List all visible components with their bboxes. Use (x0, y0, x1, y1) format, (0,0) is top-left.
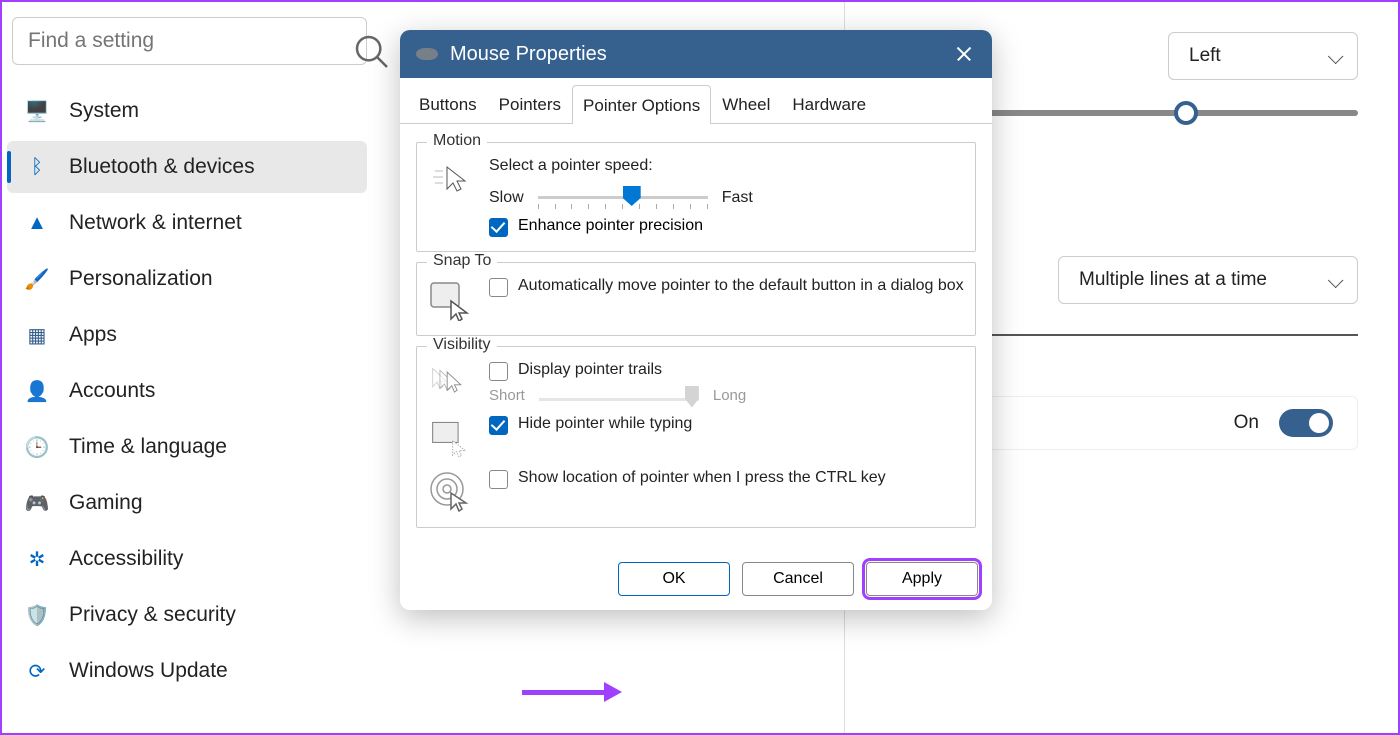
sidebar-item-label: Personalization (69, 267, 213, 291)
paintbrush-icon: 🖌️ (25, 267, 49, 291)
ctrl-locate-icon (427, 469, 471, 513)
close-icon[interactable] (952, 42, 976, 66)
show-location-ctrl-checkbox[interactable] (489, 470, 508, 489)
tab-pointers[interactable]: Pointers (488, 84, 572, 123)
search-input[interactable] (12, 17, 367, 65)
dialog-title: Mouse Properties (450, 43, 952, 66)
slow-label: Slow (489, 189, 524, 207)
scroll-inactive-toggle[interactable] (1279, 409, 1333, 437)
sidebar-item-accessibility[interactable]: ✲ Accessibility (7, 533, 367, 585)
sidebar-item-label: Time & language (69, 435, 227, 459)
sidebar-item-privacy-security[interactable]: 🛡️ Privacy & security (7, 589, 367, 641)
sidebar-item-system[interactable]: 🖥️ System (7, 85, 367, 137)
scroll-mode-dropdown[interactable]: Multiple lines at a time (1058, 256, 1358, 304)
cursor-motion-icon (427, 157, 471, 201)
pointer-trails-checkbox[interactable] (489, 362, 508, 381)
clock-icon: 🕒 (25, 435, 49, 459)
enhance-precision-checkbox[interactable] (489, 218, 508, 237)
trails-short-label: Short (489, 387, 525, 404)
mouse-icon (416, 48, 438, 60)
group-legend: Snap To (427, 252, 497, 270)
tab-hardware[interactable]: Hardware (781, 84, 877, 123)
group-legend: Motion (427, 132, 487, 150)
sidebar-item-network-internet[interactable]: ▲ Network & internet (7, 197, 367, 249)
trails-length-slider (539, 396, 699, 404)
mouse-properties-dialog: Mouse Properties ButtonsPointersPointer … (400, 30, 992, 610)
gamepad-icon: 🎮 (25, 491, 49, 515)
wifi-icon: ▲ (25, 211, 49, 235)
sidebar-item-label: Bluetooth & devices (69, 155, 255, 179)
hide-while-typing-label: Hide pointer while typing (518, 415, 692, 433)
hide-while-typing-checkbox[interactable] (489, 416, 508, 435)
sidebar-item-label: Accounts (69, 379, 155, 403)
sidebar-item-time-language[interactable]: 🕒 Time & language (7, 421, 367, 473)
hide-typing-icon (427, 415, 471, 459)
sidebar-item-accounts[interactable]: 👤 Accounts (7, 365, 367, 417)
sidebar-item-label: Gaming (69, 491, 143, 515)
ok-button[interactable]: OK (618, 562, 730, 596)
search-icon (352, 32, 392, 72)
tab-buttons[interactable]: Buttons (408, 84, 488, 123)
sidebar-item-label: Apps (69, 323, 117, 347)
sidebar-item-label: Windows Update (69, 659, 228, 683)
bluetooth-icon: ᛒ (25, 155, 49, 179)
snap-to-group: Snap To Automatically move pointer to th… (416, 262, 976, 336)
update-icon: ⟳ (25, 659, 49, 683)
sidebar-item-label: Privacy & security (69, 603, 236, 627)
sidebar-item-bluetooth-devices[interactable]: ᛒ Bluetooth & devices (7, 141, 367, 193)
sidebar-item-label: Accessibility (69, 547, 183, 571)
sidebar-item-personalization[interactable]: 🖌️ Personalization (7, 253, 367, 305)
primary-button-dropdown[interactable]: Left (1168, 32, 1358, 80)
sidebar-item-label: Network & internet (69, 211, 242, 235)
settings-sidebar: 🖥️ System ᛒ Bluetooth & devices ▲ Network & i… (2, 2, 372, 733)
tab-pointer-options[interactable]: Pointer Options (572, 85, 711, 124)
snap-to-checkbox[interactable] (489, 278, 508, 297)
show-location-ctrl-label: Show location of pointer when I press th… (518, 469, 886, 487)
fast-label: Fast (722, 189, 753, 207)
sidebar-item-apps[interactable]: ▦ Apps (7, 309, 367, 361)
group-legend: Visibility (427, 336, 497, 354)
motion-group: Motion Select a pointer speed: Slow (416, 142, 976, 252)
snap-to-label: Automatically move pointer to the defaul… (518, 277, 964, 295)
shield-icon: 🛡️ (25, 603, 49, 627)
pointer-trails-icon (427, 361, 471, 405)
person-icon: 👤 (25, 379, 49, 403)
tab-wheel[interactable]: Wheel (711, 84, 781, 123)
pointer-speed-slider[interactable] (538, 194, 708, 202)
accessibility-icon: ✲ (25, 547, 49, 571)
sidebar-item-windows-update[interactable]: ⟳ Windows Update (7, 645, 367, 697)
cancel-button[interactable]: Cancel (742, 562, 854, 596)
trails-long-label: Long (713, 387, 746, 404)
sidebar-item-gaming[interactable]: 🎮 Gaming (7, 477, 367, 529)
toggle-state-label: On (1234, 412, 1259, 434)
dialog-tabs: ButtonsPointersPointer OptionsWheelHardw… (400, 78, 992, 124)
enhance-precision-label: Enhance pointer precision (518, 217, 703, 235)
pointer-trails-label: Display pointer trails (518, 361, 662, 379)
apps-icon: ▦ (25, 323, 49, 347)
visibility-group: Visibility Display pointer trails (416, 346, 976, 528)
snap-to-icon (427, 277, 471, 321)
apply-button[interactable]: Apply (866, 562, 978, 596)
dialog-titlebar[interactable]: Mouse Properties (400, 30, 992, 78)
pointer-speed-label: Select a pointer speed: (489, 157, 965, 175)
sidebar-item-label: System (69, 99, 139, 123)
system-icon: 🖥️ (25, 99, 49, 123)
